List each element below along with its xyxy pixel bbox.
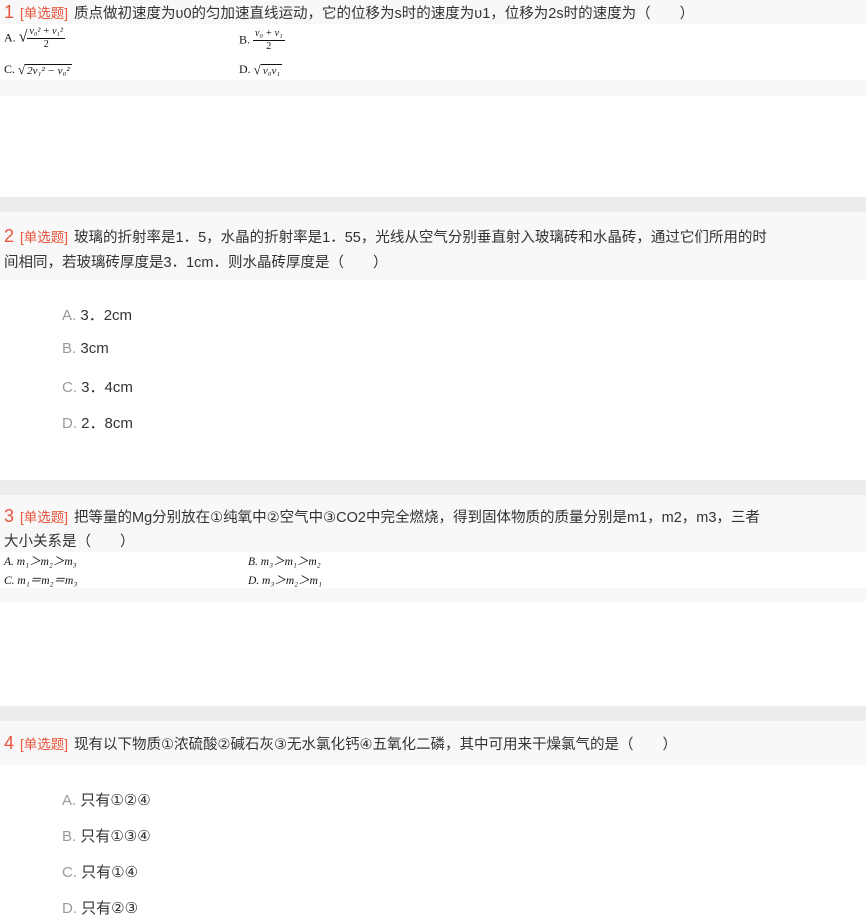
question-3-spacer — [0, 588, 866, 602]
option-b[interactable]: B. 3cm — [62, 340, 109, 357]
question-number: 2 — [4, 226, 15, 246]
question-type-badge: [单选题] — [20, 737, 69, 752]
question-type-badge: [单选题] — [20, 510, 69, 525]
question-type-badge: [单选题] — [20, 6, 69, 21]
option-a[interactable]: A. m₁＞m₂＞m₃ — [4, 553, 77, 569]
separator — [0, 706, 866, 721]
question-4: 4 [单选题] 现有以下物质①浓硫酸②碱石灰③无水氯化钙④五氧化二磷，其中可用来干燥… — [0, 721, 866, 765]
option-c[interactable]: C. √ 2v₁² − v₀² — [4, 62, 72, 78]
question-text-line2: 间相同，若玻璃砖厚度是3．1cm．则水晶砖厚度是（ ） — [4, 255, 388, 271]
question-text-line2: 大小关系是（ ） — [4, 534, 135, 550]
question-3: 3 [单选题] 把等量的Mg分别放在①纯氧中②空气中③CO2中完全燃烧，得到固体物质… — [0, 495, 866, 552]
question-text: 现有以下物质①浓硫酸②碱石灰③无水氯化钙④五氧化二磷，其中可用来干燥氯气的是（ … — [74, 737, 678, 753]
question-1: 1 [单选题] 质点做初速度为υ0的匀加速直线运动，它的位移为s时的速度为υ1，位移… — [0, 0, 866, 24]
option-d[interactable]: D. m₃＞m₂＞m₁ — [248, 572, 322, 588]
question-1-spacer — [0, 80, 866, 96]
option-a[interactable]: A. 只有①②④ — [62, 789, 151, 810]
option-b[interactable]: B. v₀ + v₁ 2 — [239, 28, 285, 53]
question-text-line1: 玻璃的折射率是1．5，水晶的折射率是1．55，光线从空气分别垂直射入玻璃砖和水晶… — [74, 230, 767, 246]
separator — [0, 480, 866, 495]
option-b[interactable]: B. m₃＞m₁＞m₂ — [248, 553, 321, 569]
question-number: 4 — [4, 733, 15, 753]
question-number: 1 — [4, 2, 15, 22]
question-3-options-image: A. m₁＞m₂＞m₃ B. m₃＞m₁＞m₂ C. m₁＝m₂＝m₃ D. m… — [0, 552, 360, 588]
option-d[interactable]: D. √ v₀v₁ — [239, 62, 283, 78]
option-c[interactable]: C. 只有①④ — [62, 861, 138, 882]
question-1-header: 1 [单选题] 质点做初速度为υ0的匀加速直线运动，它的位移为s时的速度为υ1，位移… — [0, 0, 866, 24]
option-a[interactable]: A. 3．2cm — [62, 304, 132, 325]
question-4-header: 4 [单选题] 现有以下物质①浓硫酸②碱石灰③无水氯化钙④五氧化二磷，其中可用来干燥… — [0, 721, 866, 765]
option-b[interactable]: B. 只有①③④ — [62, 825, 151, 846]
question-3-header: 3 [单选题] 把等量的Mg分别放在①纯氧中②空气中③CO2中完全燃烧，得到固体物质… — [0, 495, 866, 552]
question-number: 3 — [4, 506, 15, 526]
question-type-badge: [单选题] — [20, 230, 69, 245]
option-c[interactable]: C. m₁＝m₂＝m₃ — [4, 572, 77, 588]
option-a[interactable]: A. √ v₀² + v₁² 2 — [4, 26, 66, 51]
option-d[interactable]: D. 只有②③ — [62, 897, 138, 918]
question-1-options-image: A. √ v₀² + v₁² 2 B. v₀ + v₁ 2 C. √ 2v₁² − v₀… — [0, 24, 364, 80]
option-d[interactable]: D. 2．8cm — [62, 412, 133, 433]
question-text-line1: 把等量的Mg分别放在①纯氧中②空气中③CO2中完全燃烧，得到固体物质的质量分别是… — [74, 510, 760, 526]
question-text: 质点做初速度为υ0的匀加速直线运动，它的位移为s时的速度为υ1，位移为2s时的速… — [74, 6, 695, 22]
option-c[interactable]: C. 3．4cm — [62, 376, 133, 397]
question-2-header: 2 [单选题] 玻璃的折射率是1．5，水晶的折射率是1．55，光线从空气分别垂直射入… — [0, 212, 866, 280]
question-2: 2 [单选题] 玻璃的折射率是1．5，水晶的折射率是1．55，光线从空气分别垂直射入… — [0, 212, 866, 280]
separator — [0, 197, 866, 212]
